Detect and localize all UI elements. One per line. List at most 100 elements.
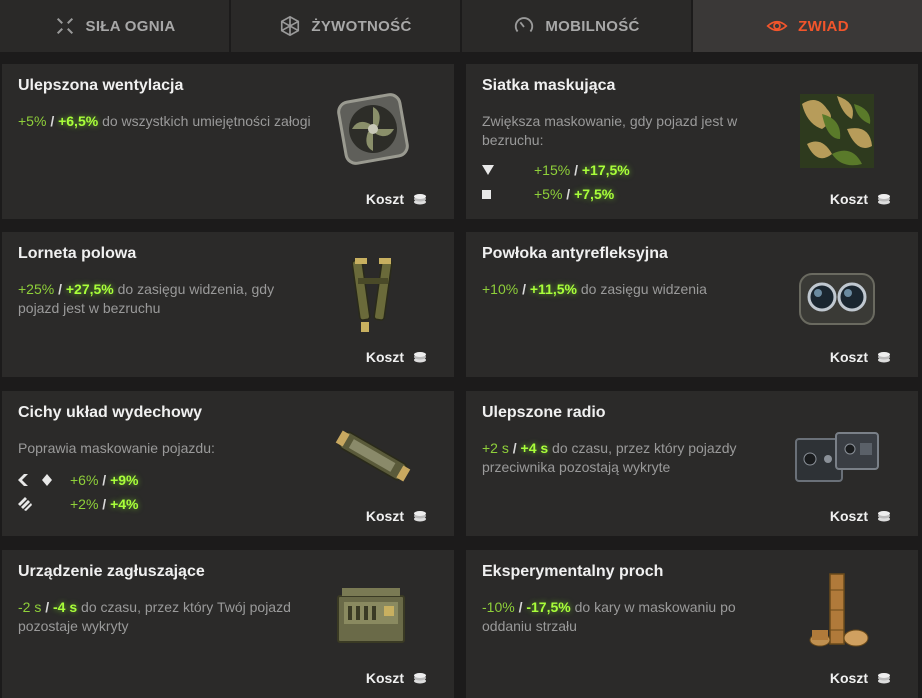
- cost-label: Koszt: [365, 670, 404, 686]
- cost-button[interactable]: Koszt: [366, 349, 428, 365]
- bonus-row: +6% / +9%: [18, 472, 139, 488]
- cost-button[interactable]: Koszt: [830, 670, 892, 686]
- credits-icon: [878, 673, 890, 684]
- bonus-base: -2 s: [18, 599, 42, 615]
- triangle-down-icon: [482, 165, 494, 175]
- bonus-improved: +6,5%: [58, 113, 99, 129]
- cost-button[interactable]: Koszt: [366, 670, 428, 686]
- equipment-card[interactable]: Urządzenie zagłuszające -2 s / -4 s do c…: [2, 550, 454, 698]
- bonus-improved: +17,5%: [581, 162, 630, 178]
- card-title: Ulepszona wentylacja: [18, 77, 184, 94]
- tab-label: ZWIAD: [798, 17, 849, 35]
- optics-goggles-icon: [799, 273, 875, 325]
- bonus-improved: +7,5%: [574, 186, 615, 202]
- cost-label: Koszt: [365, 508, 404, 524]
- equipment-card[interactable]: Ulepszona wentylacja +5% / +6,5% do wszy…: [2, 64, 454, 219]
- bonus-improved: +4 s: [520, 440, 549, 456]
- card-title: Urządzenie zagłuszające: [18, 563, 205, 580]
- cost-label: Koszt: [365, 349, 404, 365]
- card-bonus: +5% / +6,5% do wszystkich umiejętności z…: [18, 113, 311, 129]
- credits-icon: [414, 511, 426, 522]
- hexagon-icon: [281, 15, 300, 37]
- bonus-improved: +11,5%: [529, 281, 577, 297]
- card-title: Eksperymentalny proch: [482, 563, 664, 580]
- card-title: Lorneta polowa: [18, 245, 137, 262]
- card-title: Powłoka antyrefleksyjna: [482, 245, 668, 262]
- bonus-improved: -17,5%: [526, 599, 571, 615]
- cost-button[interactable]: Koszt: [366, 191, 428, 207]
- card-bonus: +10% / +11,5% do zasięgu widzenia: [482, 281, 707, 297]
- card-description: Poprawia maskowanie pojazdu:: [18, 440, 215, 456]
- credits-icon: [414, 194, 426, 205]
- tank-destroyer-icon: [18, 497, 32, 511]
- tab-recon[interactable]: ZWIAD: [693, 0, 922, 52]
- credits-icon: [414, 673, 426, 684]
- card-bonus: -2 s / -4 s do czasu, przez który Twój p…: [18, 599, 291, 634]
- binocular-periscope-icon: [351, 258, 393, 332]
- powder-charges-icon: [809, 573, 869, 647]
- bonus-base: +15%: [534, 162, 571, 178]
- bonus-improved: -4 s: [53, 599, 78, 615]
- cost-label: Koszt: [365, 191, 404, 207]
- speedometer-icon: [515, 17, 534, 33]
- tab-survivability[interactable]: ŻYWOTNOŚĆ: [231, 0, 462, 52]
- bonus-base: +5%: [18, 113, 47, 129]
- card-title: Cichy układ wydechowy: [18, 404, 203, 421]
- eye-icon: [766, 20, 788, 32]
- radio-set-icon: [795, 432, 879, 482]
- bonus-row: +15% / +17,5%: [482, 162, 630, 178]
- tab-label: ŻYWOTNOŚĆ: [311, 17, 412, 35]
- equipment-card[interactable]: Powłoka antyrefleksyjna +10% / +11,5% do…: [466, 232, 918, 377]
- square-icon: [482, 189, 491, 199]
- bonus-text: do wszystkich umiejętności załogi: [98, 113, 311, 129]
- card-description: Zwiększa maskowanie, gdy pojazd jest w b…: [482, 113, 738, 148]
- equipment-card[interactable]: Siatka maskująca Zwiększa maskowanie, gd…: [466, 64, 918, 219]
- equipment-card[interactable]: Lorneta polowa +25% / +27,5% do zasięgu …: [2, 232, 454, 377]
- cost-label: Koszt: [829, 670, 868, 686]
- bonus-base: -10%: [482, 599, 515, 615]
- bonus-improved: +4%: [110, 496, 139, 512]
- tab-label: SIŁA OGNIA: [85, 17, 176, 35]
- cost-label: Koszt: [829, 349, 868, 365]
- bonus-text: do zasięgu widzenia: [576, 281, 707, 297]
- card-title: Siatka maskująca: [482, 77, 616, 94]
- cost-button[interactable]: Koszt: [366, 508, 428, 524]
- equipment-card[interactable]: Ulepszone radio +2 s / +4 s do czasu, pr…: [466, 391, 918, 536]
- bonus-improved: +9%: [110, 472, 139, 488]
- bonus-base: +2 s: [482, 440, 509, 456]
- cost-label: Koszt: [829, 508, 868, 524]
- credits-icon: [878, 352, 890, 363]
- tab-mobility[interactable]: MOBILNOŚĆ: [462, 0, 693, 52]
- credits-icon: [878, 194, 890, 205]
- jammer-box-icon: [337, 588, 405, 643]
- exhaust-muffler-icon: [335, 430, 411, 482]
- bonus-text: do zasięgu widzenia, gdy pojazd jest w b…: [18, 281, 275, 316]
- bonus-base: +6%: [70, 472, 99, 488]
- equipment-card[interactable]: Cichy układ wydechowy Poprawia maskowani…: [2, 391, 454, 536]
- credits-icon: [878, 511, 890, 522]
- light-medium-tank-icon: [18, 474, 52, 486]
- crosshair-icon: [56, 17, 73, 35]
- bonus-base: +25%: [18, 281, 55, 297]
- bonus-base: +10%: [482, 281, 519, 297]
- card-title: Ulepszone radio: [482, 404, 606, 421]
- camouflage-net-icon: [800, 94, 874, 168]
- bonus-improved: +27,5%: [65, 281, 114, 297]
- category-tabs: SIŁA OGNIA ŻYWOTNOŚĆ MOBILNOŚĆ ZWIAD: [0, 0, 922, 52]
- card-bonus: +2 s / +4 s do czasu, przez który pojazd…: [482, 440, 737, 475]
- card-bonus: +25% / +27,5% do zasięgu widzenia, gdy p…: [18, 281, 275, 316]
- bonus-base: +5%: [534, 186, 563, 202]
- bonus-base: +2%: [70, 496, 99, 512]
- cost-button[interactable]: Koszt: [830, 191, 892, 207]
- tab-firepower[interactable]: SIŁA OGNIA: [0, 0, 231, 52]
- ventilation-fan-icon: [337, 93, 409, 165]
- tab-label: MOBILNOŚĆ: [545, 17, 640, 35]
- credits-icon: [414, 352, 426, 363]
- bonus-row: +5% / +7,5%: [482, 186, 614, 202]
- cost-button[interactable]: Koszt: [830, 508, 892, 524]
- cost-button[interactable]: Koszt: [830, 349, 892, 365]
- equipment-card[interactable]: Eksperymentalny proch -10% / -17,5% do k…: [466, 550, 918, 698]
- cost-label: Koszt: [829, 191, 868, 207]
- bonus-row: +2% / +4%: [18, 496, 139, 512]
- card-bonus: -10% / -17,5% do kary w maskowaniu po od…: [482, 599, 736, 634]
